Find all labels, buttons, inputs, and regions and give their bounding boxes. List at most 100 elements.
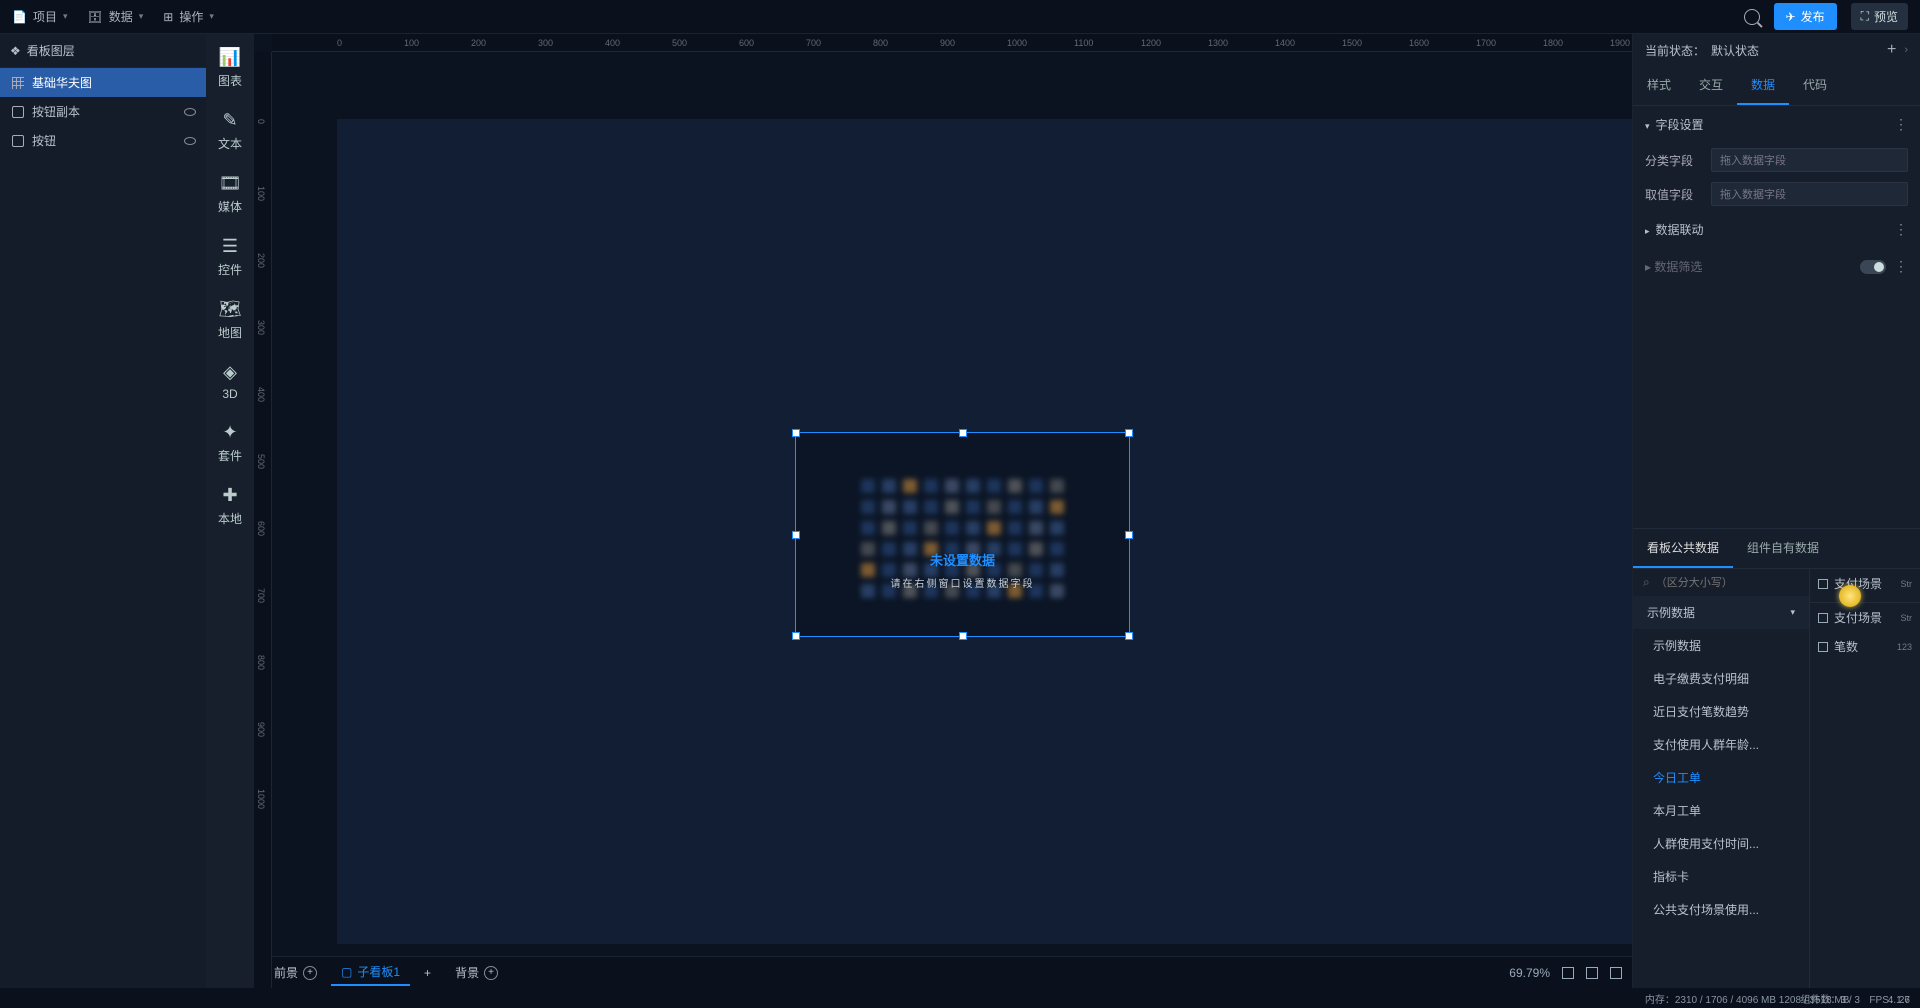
board-icon: ▢: [341, 965, 352, 979]
layer-label: 基础华夫图: [32, 74, 92, 91]
resize-handle[interactable]: [792, 632, 800, 640]
tab-subboard[interactable]: ▢子看板1: [331, 959, 410, 986]
chevron-right-icon[interactable]: ›: [1904, 44, 1908, 56]
field-name: 支付场景: [1834, 609, 1882, 626]
ruler-vertical: 01002003004005006007008009001000: [254, 52, 272, 988]
field-type-label: Str: [1900, 613, 1912, 623]
field-type-label: 123: [1897, 642, 1912, 652]
fit-icon[interactable]: [1562, 967, 1574, 979]
resize-handle[interactable]: [792, 429, 800, 437]
resize-handle[interactable]: [959, 632, 967, 640]
component-category[interactable]: 🎞媒体: [218, 172, 242, 215]
expand-icon: ⛶: [1861, 9, 1869, 24]
menu-project[interactable]: 📄项目▾: [12, 8, 68, 25]
tab-style[interactable]: 样式: [1633, 66, 1685, 105]
dataset-item[interactable]: 本月工单: [1633, 794, 1809, 827]
layout-icon[interactable]: [1610, 967, 1622, 979]
layer-type-icon: [12, 106, 24, 118]
visibility-icon[interactable]: [184, 108, 196, 116]
layer-item[interactable]: 按钮副本: [0, 97, 206, 126]
layer-item[interactable]: 基础华夫图: [0, 68, 206, 97]
data-source-header[interactable]: 示例数据 ▾: [1633, 596, 1809, 629]
tab-own-data[interactable]: 组件自有数据: [1733, 529, 1833, 568]
component-category[interactable]: ✦套件: [218, 421, 242, 464]
layer-item[interactable]: 按钮: [0, 126, 206, 155]
field-chip[interactable]: 支付场景Str: [1810, 569, 1920, 603]
resize-handle[interactable]: [1125, 531, 1133, 539]
component-category[interactable]: ✎文本: [218, 109, 242, 152]
tab-background[interactable]: 背景+: [445, 960, 508, 985]
caret-right-icon: ▸: [1645, 226, 1650, 236]
visibility-icon[interactable]: [184, 137, 196, 145]
category-label: 3D: [222, 387, 237, 401]
publish-button[interactable]: ✈发布: [1774, 3, 1837, 30]
category-icon: ☰: [219, 235, 241, 257]
selected-component-waffle[interactable]: 未设置数据 请在右侧窗口设置数据字段: [795, 432, 1130, 637]
dataset-item[interactable]: 指标卡: [1633, 860, 1809, 893]
dataset-item[interactable]: 支付使用人群年龄...: [1633, 728, 1809, 761]
properties-panel: 当前状态： 默认状态 + › 样式 交互 数据 代码 ▾字段设置 ⋮ 分类字段 …: [1632, 34, 1920, 988]
resize-handle[interactable]: [959, 429, 967, 437]
canvas-bottom-bar: 前景+ ▢子看板1 + 背景+ 69.79%: [254, 956, 1632, 988]
toggle-filter[interactable]: [1860, 260, 1886, 274]
tab-add-subboard[interactable]: +: [414, 962, 441, 984]
tab-public-data[interactable]: 看板公共数据: [1633, 529, 1733, 568]
state-value[interactable]: 默认状态: [1711, 42, 1759, 59]
kebab-icon[interactable]: ⋮: [1894, 116, 1908, 133]
add-state-button[interactable]: +: [1887, 41, 1896, 59]
drop-value-field[interactable]: 拖入数据字段: [1711, 182, 1908, 206]
dataset-item[interactable]: 近日支付笔数趋势: [1633, 695, 1809, 728]
menu-data[interactable]: 🗄数据▾: [88, 8, 144, 25]
grid-icon[interactable]: [1586, 967, 1598, 979]
component-category[interactable]: ✚本地: [218, 484, 242, 527]
field-chip[interactable]: 支付场景 Str: [1810, 603, 1920, 632]
section-field-settings[interactable]: ▾字段设置 ⋮: [1645, 106, 1908, 143]
dataset-item[interactable]: 今日工单: [1633, 761, 1809, 794]
data-search-input[interactable]: [1656, 577, 1799, 589]
layer-type-icon: [12, 135, 24, 147]
field-name: 笔数: [1834, 638, 1858, 655]
tab-interact[interactable]: 交互: [1685, 66, 1737, 105]
tab-code[interactable]: 代码: [1789, 66, 1841, 105]
zoom-level: 69.79%: [1509, 966, 1550, 980]
resize-handle[interactable]: [1125, 632, 1133, 640]
resize-handle[interactable]: [792, 531, 800, 539]
cursor-highlight-icon: [1839, 585, 1861, 607]
caret-right-icon: ▸: [1645, 260, 1654, 274]
dataset-item[interactable]: 人群使用支付时间...: [1633, 827, 1809, 860]
tab-foreground[interactable]: 前景+: [264, 960, 327, 985]
category-icon: ✚: [219, 484, 241, 506]
label-category-field: 分类字段: [1645, 152, 1701, 169]
canvas-area: 0100200300400500600700800900100011001200…: [254, 34, 1632, 988]
drop-category-field[interactable]: 拖入数据字段: [1711, 148, 1908, 172]
category-icon: 🎞: [219, 172, 241, 194]
menu-operate[interactable]: ⊞操作▾: [163, 8, 214, 25]
send-icon: ✈: [1786, 10, 1796, 24]
status-components: 组件数：3 / 3: [1801, 991, 1860, 1006]
tab-data[interactable]: 数据: [1737, 66, 1789, 105]
search-icon[interactable]: [1744, 9, 1760, 25]
component-category[interactable]: 🗺地图: [218, 298, 242, 341]
category-icon: ✦: [219, 421, 241, 443]
dataset-item[interactable]: 电子缴费支付明细: [1633, 662, 1809, 695]
field-type-label: Str: [1900, 579, 1912, 589]
chevron-down-icon: ▾: [1790, 607, 1795, 618]
add-icon[interactable]: +: [484, 966, 498, 980]
component-category[interactable]: 📊图表: [218, 46, 242, 89]
kebab-icon[interactable]: ⋮: [1894, 221, 1908, 238]
add-icon[interactable]: +: [303, 966, 317, 980]
dataset-item[interactable]: 公共支付场景使用...: [1633, 893, 1809, 926]
preview-button[interactable]: ⛶预览: [1851, 3, 1908, 30]
resize-handle[interactable]: [1125, 429, 1133, 437]
search-icon: ⌕: [1643, 575, 1650, 590]
kebab-icon[interactable]: ⋮: [1894, 258, 1908, 275]
dataset-item[interactable]: 示例数据: [1633, 629, 1809, 662]
component-category[interactable]: ◈3D: [219, 361, 241, 401]
field-type-icon: [1818, 642, 1828, 652]
caret-down-icon: ▾: [1645, 121, 1650, 131]
section-data-linkage[interactable]: ▸数据联动 ⋮: [1645, 211, 1908, 248]
field-chip[interactable]: 笔数 123: [1810, 632, 1920, 661]
canvas-stage[interactable]: 未设置数据 请在右侧窗口设置数据字段: [272, 52, 1632, 956]
placeholder-title: 未设置数据: [930, 550, 995, 569]
component-category[interactable]: ☰控件: [218, 235, 242, 278]
